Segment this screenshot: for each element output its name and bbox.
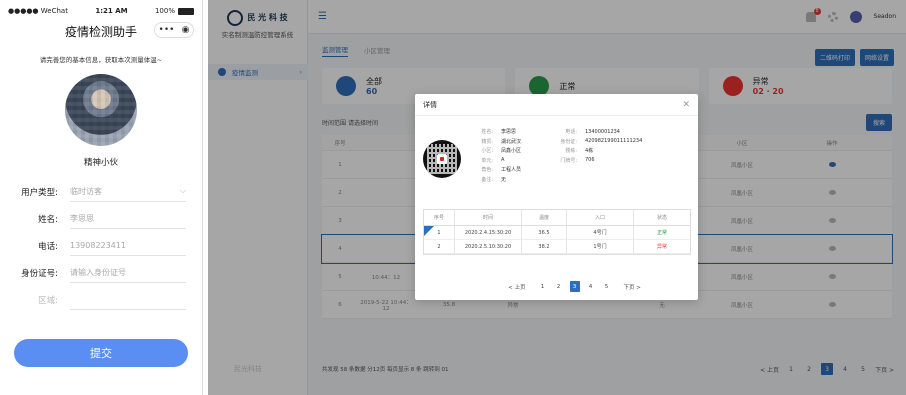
info-value: 无 — [501, 176, 507, 183]
info-value: 420982199011111234 — [585, 138, 643, 145]
info-key: 楼栋: — [565, 148, 577, 155]
cell: 2 — [424, 240, 455, 253]
battery-percent: 100% — [154, 7, 175, 15]
prev-page-button[interactable]: < 上页 — [508, 281, 525, 292]
username: 精神小伙 — [83, 158, 118, 168]
next-page-button[interactable]: 下页 > — [624, 281, 641, 292]
qrcode-image — [423, 140, 461, 178]
field-label: 电话: — [38, 241, 58, 252]
modal-title: 详情 — [423, 100, 437, 109]
page-button[interactable]: 2 — [554, 281, 564, 292]
close-circle-icon[interactable]: ◉ — [182, 25, 190, 35]
col-header: 时间 — [455, 210, 522, 225]
cell: 2020.2.5.10:30:20 — [455, 240, 522, 253]
info-key: 角色: — [481, 167, 493, 174]
area-input[interactable] — [70, 290, 186, 310]
id-number-input[interactable]: 请输入身份证号 — [70, 263, 186, 283]
app-title: 疫情检测助手 — [64, 24, 137, 39]
col-header: 入口 — [567, 210, 634, 225]
phone-input[interactable]: 13908223411 — [70, 236, 186, 256]
page-button[interactable]: 4 — [586, 281, 596, 292]
battery-status: 100% — [155, 7, 194, 15]
user-type-select[interactable]: 临时访客 ⌵ — [70, 182, 186, 202]
col-header: 状态 — [656, 215, 667, 221]
field-label: 用户类型: — [21, 187, 58, 198]
cell: 4号门 — [567, 226, 634, 239]
id-number-field[interactable]: 身份证号: 请输入身份证号 — [0, 259, 202, 286]
info-value: 4栋 — [585, 148, 594, 155]
table-row[interactable]: 1 2020.2.4.15:30:20 36.5 4号门 正常 — [424, 226, 690, 240]
mobile-app: ●●●●● WeChat 1:21 AM 100% 疫情检测助手 ••• ◉ 请… — [0, 0, 203, 395]
profile-form: 用户类型: 临时访客 ⌵ 姓名: 李思思 电话: 13908223411 身份证号… — [0, 178, 202, 313]
status-bar: ●●●●● WeChat 1:21 AM 100% — [0, 0, 202, 22]
info-value: 李思思 — [501, 129, 517, 136]
info-key: 身份证: — [560, 138, 577, 145]
info-key: 门牌号: — [560, 157, 577, 164]
table-row[interactable]: 2 2020.2.5.10:30:20 38.2 1号门 异常 — [424, 240, 690, 254]
col-header: 序号 — [424, 210, 455, 225]
cell: 38.2 — [522, 240, 567, 253]
info-value: 13400001234 — [585, 128, 620, 135]
person-info-right: 电话: 13400001234 身份证: 420982199011111234 楼栋… — [555, 127, 642, 165]
info-key: 备注: — [481, 176, 493, 183]
carrier: ●●●●● WeChat — [8, 7, 68, 15]
detail-modal: 详情 ✕ 姓名: 李思思 籍贯: 湖北武汉 小区: 凤鑫小区 单元: A 角色: 工程人员… — [415, 94, 698, 300]
close-icon[interactable]: ✕ — [682, 100, 690, 110]
cell: 2020.2.4.15:30:20 — [455, 226, 522, 239]
clock: 1:21 AM — [95, 7, 128, 15]
page-button[interactable]: 5 — [602, 281, 612, 292]
mini-program-capsule[interactable]: ••• ◉ — [154, 22, 194, 38]
modal-header: 详情 ✕ — [415, 94, 698, 116]
more-icon[interactable]: ••• — [159, 25, 175, 35]
info-value: 凤鑫小区 — [501, 148, 522, 155]
person-info-left: 姓名: 李思思 籍贯: 湖北武汉 小区: 凤鑫小区 单元: A 角色: 工程人员 备注: 无 — [471, 127, 521, 184]
temperature-records-table: 序号 时间 温度 入口 状态 1 2020.2.4.15:30:20 36.5 … — [423, 209, 691, 255]
field-value: 临时访客 — [70, 186, 102, 196]
table-header: 序号 时间 温度 入口 状态 — [424, 210, 690, 226]
page-button-current[interactable]: 3 — [569, 281, 580, 292]
field-label: 姓名: — [38, 214, 58, 225]
field-label: 区域: — [38, 295, 58, 306]
name-field[interactable]: 姓名: 李思思 — [0, 205, 202, 232]
status-normal: 正常 — [656, 230, 667, 236]
info-value: 706 — [585, 157, 595, 164]
status-abnormal: 异常 — [656, 244, 667, 250]
battery-icon — [177, 7, 194, 15]
info-key: 籍贯: — [481, 138, 493, 145]
info-key: 单元: — [481, 157, 493, 164]
latest-ribbon-icon — [424, 226, 434, 236]
name-input[interactable]: 李思思 — [70, 209, 186, 229]
avatar — [65, 74, 137, 146]
info-key: 姓名: — [481, 129, 493, 136]
page-button[interactable]: 1 — [538, 281, 548, 292]
phone-field[interactable]: 电话: 13908223411 — [0, 232, 202, 259]
area-field[interactable]: 区域: — [0, 286, 202, 313]
user-type-field[interactable]: 用户类型: 临时访客 ⌵ — [0, 178, 202, 205]
field-label: 身份证号: — [21, 268, 58, 279]
chevron-down-icon[interactable]: ⌵ — [180, 186, 186, 196]
app-header: 疫情检测助手 ••• ◉ — [0, 22, 202, 40]
modal-pagination: < 上页 1 2 3 4 5 下页 > — [415, 281, 698, 292]
info-key: 小区: — [481, 148, 493, 155]
info-tip: 请完善您的基本信息，获取本次测量体温~ — [39, 56, 163, 64]
info-value: A — [501, 157, 505, 164]
info-value: 湖北武汉 — [501, 138, 522, 145]
submit-button[interactable]: 提交 — [14, 339, 188, 367]
cell: 36.5 — [522, 226, 567, 239]
cell: 1号门 — [567, 240, 634, 253]
info-key: 电话: — [565, 129, 577, 136]
col-header: 温度 — [522, 210, 567, 225]
qrcode-logo-icon — [437, 154, 447, 164]
info-value: 工程人员 — [501, 167, 522, 174]
